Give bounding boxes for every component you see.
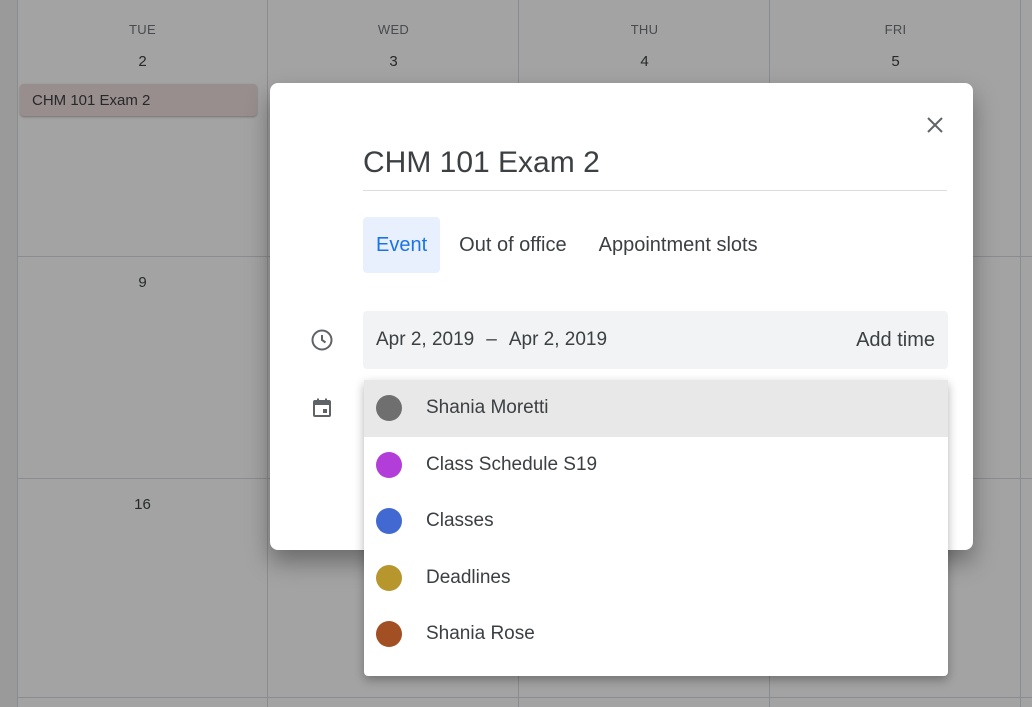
calendar-option[interactable]: Classes [364,493,948,550]
calendar-option[interactable]: Shania Moretti [364,380,948,437]
date-separator: – [486,329,497,350]
close-button[interactable] [923,113,947,137]
calendar-option[interactable]: Shania Rose [364,606,948,663]
end-date[interactable]: Apr 2, 2019 [509,329,607,351]
calendar-option[interactable]: Class Schedule S19 [364,437,948,494]
calendar-select-dropdown: Shania Moretti Class Schedule S19 Classe… [364,380,948,676]
calendar-color-dot [376,508,402,535]
start-date[interactable]: Apr 2, 2019 [376,329,474,351]
clock-icon [311,329,333,351]
calendar-option-label: Class Schedule S19 [426,453,598,475]
calendar-color-dot [376,564,402,591]
event-title-input[interactable] [363,141,947,191]
add-time-button[interactable]: Add time [856,329,935,352]
calendar-color-dot [376,451,402,478]
calendar-option[interactable]: Deadlines [364,550,948,607]
calendar-icon [313,398,331,417]
calendar-option-label: Shania Moretti [426,397,549,419]
tab-out-of-office[interactable]: Out of office [446,217,579,273]
calendar-color-dot [376,621,402,648]
tab-appointment-slots[interactable]: Appointment slots [586,217,771,273]
tab-event[interactable]: Event [363,217,441,273]
calendar-option-label: Deadlines [426,566,511,588]
date-range-field: Apr 2, 2019 – Apr 2, 2019 Add time [363,311,948,369]
calendar-option-label: Classes [426,510,494,532]
close-icon [927,117,943,133]
calendar-color-dot [376,395,402,422]
calendar-option-label: Shania Rose [426,623,535,645]
event-type-tabs: Event Out of office Appointment slots [363,217,771,273]
